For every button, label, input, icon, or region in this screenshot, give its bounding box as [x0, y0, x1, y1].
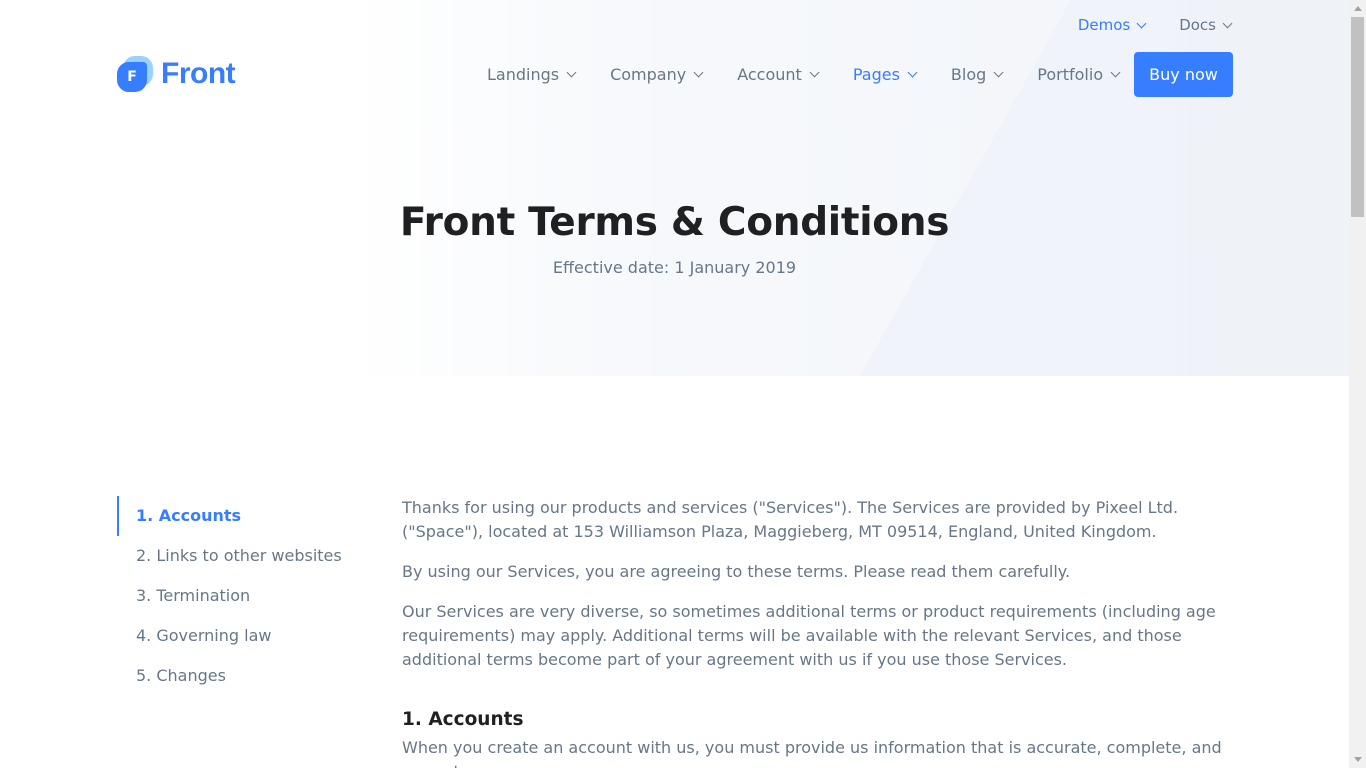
toc-item-termination[interactable]: 3. Termination	[117, 576, 367, 616]
intro-paragraph: Our Services are very diverse, so someti…	[402, 602, 1216, 669]
scrollbar-thumb[interactable]	[1351, 17, 1364, 217]
nav-item-company[interactable]: Company	[610, 65, 704, 84]
chevron-down-icon	[907, 67, 918, 78]
nav-item-label: Account	[737, 65, 802, 84]
topbar-docs-label: Docs	[1179, 16, 1216, 34]
topbar-demos-label: Demos	[1077, 16, 1131, 34]
toc-item-accounts[interactable]: 1. Accounts	[117, 496, 367, 536]
main-nav: Landings Company Account Pages Blog Port…	[487, 52, 1154, 97]
chevron-down-icon	[809, 67, 820, 78]
effective-date: Effective date: 1 January 2019	[552, 258, 797, 277]
vertical-scrollbar[interactable]	[1349, 0, 1366, 768]
nav-item-landings[interactable]: Landings	[487, 65, 577, 84]
section-heading-accounts: 1. Accounts	[402, 709, 524, 730]
topbar-demos-dropdown[interactable]: Demos	[1077, 16, 1147, 34]
nav-item-blog[interactable]: Blog	[950, 65, 1004, 84]
toc-item-changes[interactable]: 5. Changes	[117, 656, 367, 696]
chevron-down-icon	[566, 67, 577, 78]
terms-content: Thanks for using our products and servic…	[402, 496, 1232, 768]
nav-item-pages[interactable]: Pages	[852, 65, 918, 84]
scroll-down-arrow-icon[interactable]	[1349, 751, 1366, 768]
nav-item-label: Blog	[950, 65, 987, 84]
nav-item-account[interactable]: Account	[737, 65, 820, 84]
nav-item-label: Portfolio	[1037, 65, 1104, 84]
nav-item-label: Landings	[487, 65, 560, 84]
scroll-up-arrow-icon[interactable]	[1349, 0, 1366, 17]
nav-item-label: Company	[610, 65, 687, 84]
intro-paragraph: Thanks for using our products and servic…	[402, 498, 1179, 541]
chevron-down-icon	[1222, 18, 1233, 28]
nav-item-portfolio[interactable]: Portfolio	[1037, 65, 1121, 84]
brand-logo-link[interactable]: F Front	[117, 56, 236, 92]
toc-item-governing-law[interactable]: 4. Governing law	[117, 616, 367, 656]
brand-name: Front	[161, 57, 236, 90]
toc-item-links-to-other-websites[interactable]: 2. Links to other websites	[117, 536, 367, 576]
buy-now-button[interactable]: Buy now	[1134, 52, 1233, 97]
table-of-contents: 1. Accounts 2. Links to other websites 3…	[117, 496, 367, 696]
chevron-down-icon	[993, 67, 1004, 78]
logo-icon: F	[117, 56, 153, 92]
page-title: Front Terms & Conditions	[399, 200, 950, 245]
section-paragraph: When you create an account with us, you …	[402, 738, 1222, 768]
top-bar: Demos Docs	[1077, 16, 1233, 34]
nav-item-label: Pages	[852, 65, 900, 84]
topbar-docs-dropdown[interactable]: Docs	[1179, 16, 1233, 34]
chevron-down-icon	[1110, 67, 1121, 78]
page: Demos Docs F Front Landings Company Acco…	[0, 0, 1349, 768]
intro-paragraph: By using our Services, you are agreeing …	[402, 562, 1071, 581]
chevron-down-icon	[1136, 18, 1147, 28]
chevron-down-icon	[693, 67, 704, 78]
